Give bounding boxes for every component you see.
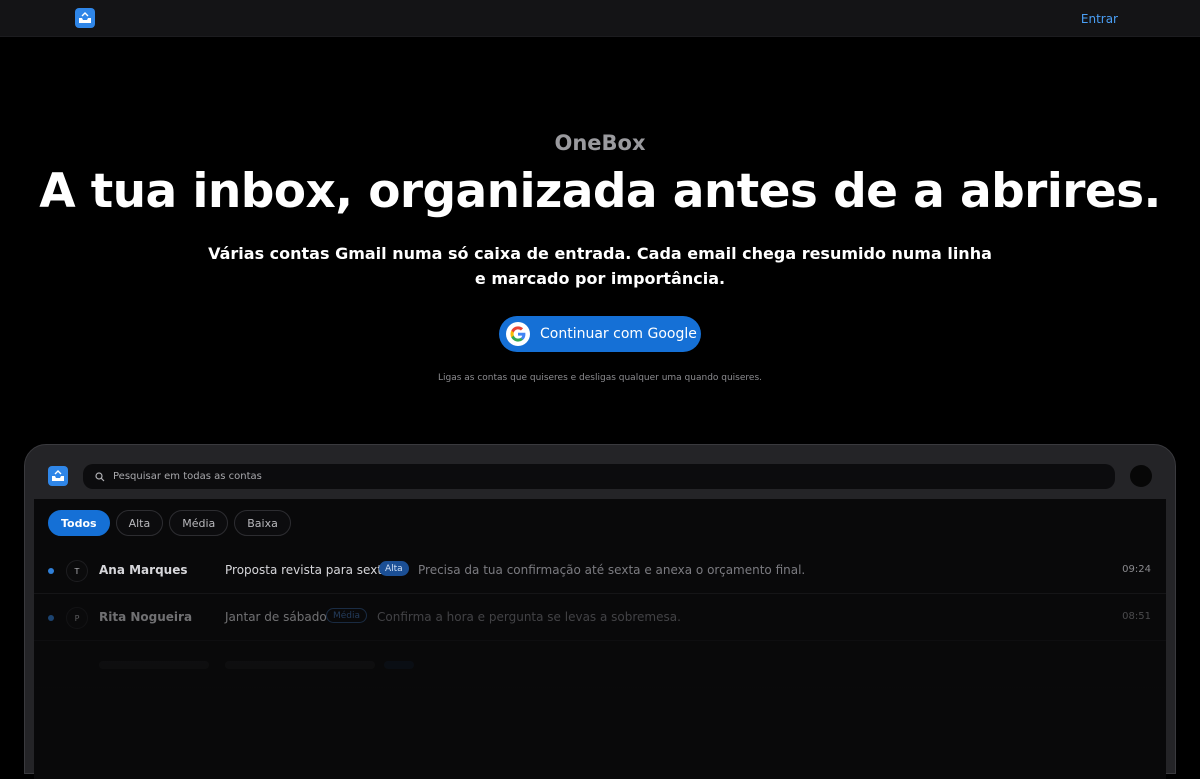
unread-indicator bbox=[48, 568, 54, 574]
search-input[interactable] bbox=[113, 471, 1013, 482]
filter-baixa[interactable]: Baixa bbox=[234, 510, 291, 536]
search-icon bbox=[95, 467, 105, 486]
sender-avatar: T bbox=[66, 560, 88, 582]
top-navigation-bar: Entrar bbox=[0, 0, 1200, 37]
hero-headline: A tua inbox, organizada antes de a abrir… bbox=[39, 164, 1161, 219]
google-icon bbox=[506, 322, 530, 346]
search-bar[interactable] bbox=[83, 464, 1115, 489]
sign-in-link[interactable]: Entrar bbox=[1081, 12, 1118, 26]
inbox-panel: Todos Alta Média Baixa T Ana Marques Pro… bbox=[34, 499, 1166, 779]
continue-with-google-button[interactable]: Continuar com Google bbox=[499, 316, 701, 352]
priority-badge: Alta bbox=[379, 561, 409, 576]
inbox-logo-icon[interactable] bbox=[75, 8, 95, 28]
email-summary: Precisa da tua confirmação até sexta e a… bbox=[418, 563, 806, 577]
fade-overlay bbox=[34, 619, 1166, 779]
hero-subtitle: Várias contas Gmail numa só caixa de ent… bbox=[0, 241, 1200, 291]
user-avatar[interactable] bbox=[1130, 465, 1152, 487]
filter-media[interactable]: Média bbox=[169, 510, 229, 536]
email-row[interactable]: T Ana Marques Proposta revista para sext… bbox=[34, 547, 1166, 594]
subtitle-line-2: e marcado por importância. bbox=[474, 269, 726, 288]
subtitle-line-1: Várias contas Gmail numa só caixa de ent… bbox=[208, 244, 992, 263]
app-header bbox=[25, 445, 1175, 499]
email-sender: Ana Marques bbox=[99, 563, 188, 577]
filter-todos[interactable]: Todos bbox=[48, 510, 110, 536]
brand-name: OneBox bbox=[554, 131, 646, 155]
priority-filters: Todos Alta Média Baixa bbox=[48, 510, 291, 536]
filter-alta[interactable]: Alta bbox=[115, 510, 164, 536]
email-time: 09:24 bbox=[1122, 564, 1151, 575]
inbox-logo-icon bbox=[48, 466, 68, 486]
email-subject: Proposta revista para sexta bbox=[225, 563, 390, 577]
continue-with-google-label: Continuar com Google bbox=[540, 326, 697, 342]
fineprint: Ligas as contas que quiseres e desligas … bbox=[437, 373, 763, 383]
app-preview-frame: Todos Alta Média Baixa T Ana Marques Pro… bbox=[24, 444, 1176, 779]
